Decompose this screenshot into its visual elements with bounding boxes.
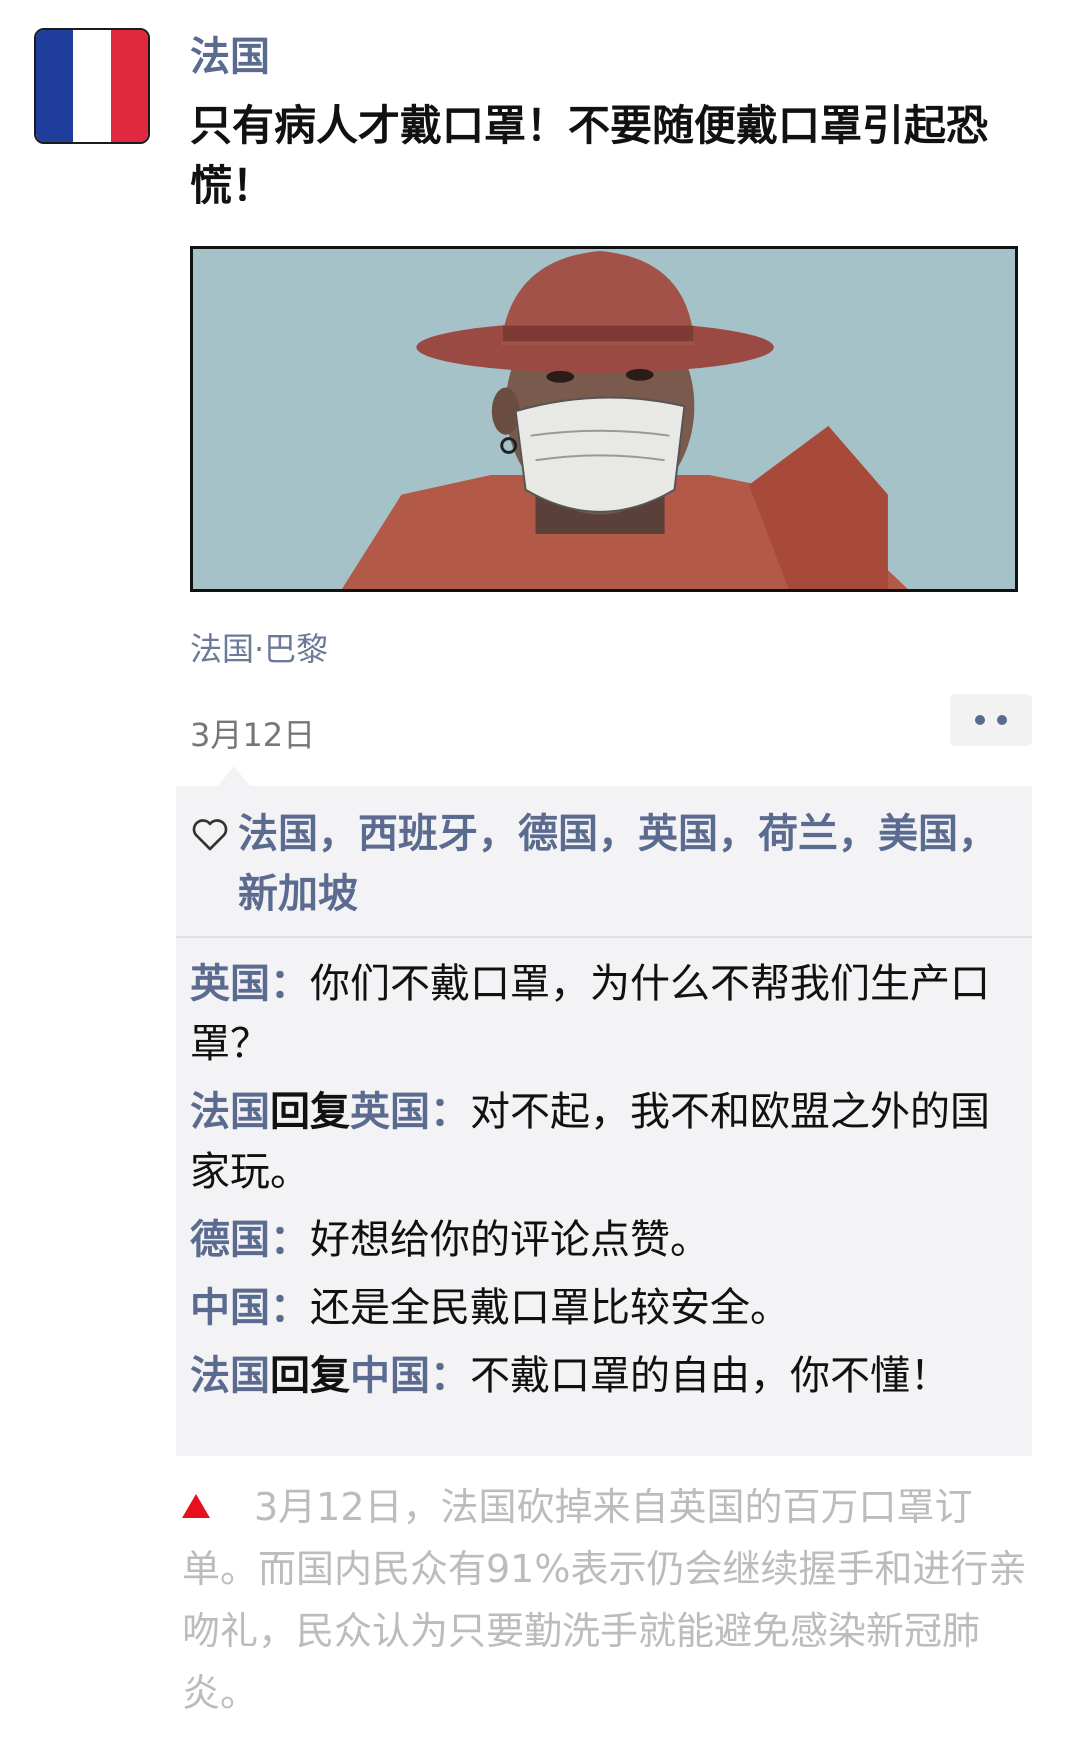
comment-author[interactable]: 法国 <box>190 1089 270 1135</box>
comment-item[interactable]: 法国回复中国：不戴口罩的自由，你不懂！ <box>190 1346 1020 1406</box>
comment-text: 还是全民戴口罩比较安全。 <box>310 1285 790 1331</box>
comment-author[interactable]: 中国 <box>190 1285 270 1331</box>
comment-section: 法国，西班牙，德国，英国，荷兰，美国，新加坡 英国：你们不戴口罩，为什么不帮我们… <box>176 766 1032 1456</box>
reply-word: 回复 <box>270 1089 350 1135</box>
comment-separator: ： <box>270 961 310 1007</box>
comment-text: 你们不戴口罩，为什么不帮我们生产口罩？ <box>190 961 990 1067</box>
caption-note: 3月12日，法国砍掉来自英国的百万口罩订单。而国内民众有91%表示仍会继续握手和… <box>182 1476 1032 1724</box>
post-location[interactable]: 法国·巴黎 <box>190 624 328 670</box>
comment-separator: ： <box>270 1217 310 1263</box>
likes-row: 法国，西班牙，德国，英国，荷兰，美国，新加坡 <box>190 804 1020 924</box>
comment-item[interactable]: 德国：好想给你的评论点赞。 <box>190 1210 1020 1270</box>
reply-word: 回复 <box>270 1353 350 1399</box>
flag-blue-stripe <box>36 30 74 142</box>
flag-white-stripe <box>73 30 111 142</box>
more-dots-icon <box>975 715 985 725</box>
reply-target[interactable]: 中国 <box>350 1353 430 1399</box>
post-text: 只有病人才戴口罩！不要随便戴口罩引起恐慌！ <box>190 101 989 210</box>
heart-icon <box>192 819 228 851</box>
france-flag-icon[interactable] <box>34 28 150 144</box>
masked-man-illustration <box>193 249 1015 589</box>
post-date: 3月12日 <box>190 716 316 754</box>
more-options-button[interactable] <box>950 694 1032 746</box>
comment-item[interactable]: 英国：你们不戴口罩，为什么不帮我们生产口罩？ <box>190 954 1020 1074</box>
post-image[interactable] <box>190 246 1018 592</box>
flag-red-stripe <box>110 30 148 142</box>
red-triangle-icon <box>182 1494 210 1518</box>
comment-separator: ： <box>430 1089 470 1135</box>
comment-item[interactable]: 法国回复英国：对不起，我不和欧盟之外的国家玩。 <box>190 1082 1020 1202</box>
comment-list: 英国：你们不戴口罩，为什么不帮我们生产口罩？ 法国回复英国：对不起，我不和欧盟之… <box>190 954 1020 1414</box>
comment-text: 好想给你的评论点赞。 <box>310 1217 710 1263</box>
more-dots-icon <box>997 715 1007 725</box>
comment-item[interactable]: 中国：还是全民戴口罩比较安全。 <box>190 1278 1020 1338</box>
post-author[interactable]: 法国 <box>190 24 270 82</box>
reply-target[interactable]: 英国 <box>350 1089 430 1135</box>
caption-text: 3月12日，法国砍掉来自英国的百万口罩订单。而国内民众有91%表示仍会继续握手和… <box>182 1485 1027 1715</box>
comment-separator: ： <box>270 1285 310 1331</box>
comment-author[interactable]: 法国 <box>190 1353 270 1399</box>
divider <box>176 936 1032 938</box>
liked-by-names[interactable]: 法国，西班牙，德国，英国，荷兰，美国，新加坡 <box>190 804 1020 924</box>
comment-author[interactable]: 德国 <box>190 1217 270 1263</box>
comment-text: 不戴口罩的自由，你不懂！ <box>470 1353 950 1399</box>
comment-author[interactable]: 英国 <box>190 961 270 1007</box>
comment-separator: ： <box>430 1353 470 1399</box>
